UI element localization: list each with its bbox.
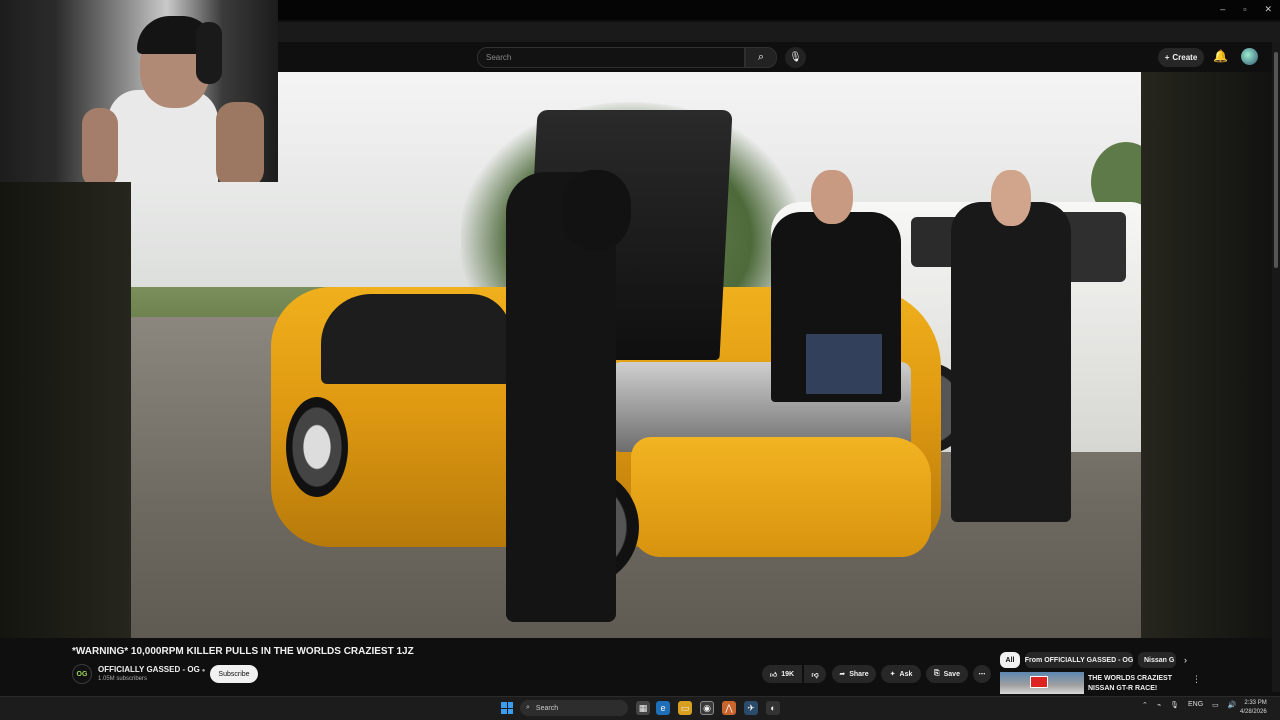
thumbs-up-icon: 👍︎	[769, 671, 778, 679]
video-scene-person-center-head	[811, 170, 853, 224]
search-icon: ⌕	[526, 704, 530, 711]
like-button[interactable]: 👍︎ 19K	[762, 665, 802, 683]
chip-nissan[interactable]: Nissan G	[1138, 652, 1176, 668]
search-icon: ⌕	[757, 51, 765, 63]
display-icon[interactable]: ▭	[1212, 701, 1219, 709]
video-scene-person-right-head	[991, 170, 1031, 226]
clock-time: 2:33 PM	[1244, 700, 1267, 706]
dislike-button[interactable]: 👎︎	[804, 665, 826, 683]
language-indicator[interactable]: ENG	[1188, 701, 1203, 709]
youtube-masthead	[278, 42, 1280, 72]
browser-address-bar[interactable]: ▭ ☆ ◈ ⧉ ◉ ⋮	[278, 22, 1280, 59]
create-button[interactable]: + Create	[1158, 48, 1204, 67]
recommendation-title[interactable]: THE WORLDS CRAZIEST NISSAN GT-R RACE!	[1088, 674, 1178, 694]
app-icon-red[interactable]: ◐	[766, 701, 780, 715]
bookmark-icon: ⎘	[934, 670, 940, 677]
webcam-person-arm-right	[216, 102, 264, 182]
search-button[interactable]: ⌕	[745, 47, 777, 68]
like-count: 19K	[781, 670, 795, 678]
subscriber-count: 1.05M subscribers	[98, 676, 148, 682]
video-ambient-right	[1141, 72, 1272, 638]
app-icon-orange[interactable]: ⋀	[722, 701, 736, 715]
volume-icon[interactable]: 🔊	[1228, 701, 1237, 709]
taskbar-search[interactable]: ⌕ Search	[520, 700, 628, 716]
more-actions-button[interactable]: ⋯	[973, 665, 991, 683]
close-button[interactable]: ✕	[1264, 4, 1272, 15]
recommendation-menu-icon[interactable]: ⋮	[1192, 674, 1201, 685]
webcam-overlay	[0, 0, 278, 182]
share-icon: ➦	[839, 671, 846, 678]
account-avatar[interactable]	[1241, 48, 1258, 65]
video-scene-car-roof	[321, 294, 511, 384]
windows-start-icon[interactable]	[501, 702, 513, 714]
video-ambient-left	[0, 182, 131, 638]
video-scene-rear-wheel	[286, 397, 348, 497]
scrollbar-thumb[interactable]	[1274, 52, 1278, 268]
video-scene-person-right	[951, 202, 1071, 522]
share-button[interactable]: ➦ Share	[832, 665, 876, 683]
mic-icon: 🎙	[789, 52, 802, 63]
create-label: Create	[1172, 53, 1198, 62]
video-scene-person-hooded-head	[561, 170, 631, 250]
channel-name-text[interactable]: OFFICIALLY GASSED - OG	[98, 665, 200, 674]
thumbs-down-icon: 👎︎	[811, 671, 819, 679]
task-view-icon[interactable]: ▦	[636, 701, 650, 715]
bell-icon[interactable]: 🔔	[1213, 49, 1228, 63]
taskbar-search-label: Search	[535, 704, 559, 712]
sparkle-icon: ✦	[889, 671, 896, 678]
recommendation-thumbnail-badge	[1030, 676, 1048, 688]
video-player[interactable]	[131, 72, 1141, 638]
chip-from-channel[interactable]: From OFFICIALLY GASSED - OG	[1025, 652, 1133, 668]
chevron-up-icon[interactable]: ⌃	[1142, 701, 1148, 709]
file-explorer-icon[interactable]: ▭	[678, 701, 692, 715]
edge-icon[interactable]: e	[656, 701, 670, 715]
webcam-person-arm-left	[82, 108, 118, 182]
mic-tray-icon[interactable]: 🎙	[1170, 701, 1179, 709]
steam-icon[interactable]: ✈	[744, 701, 758, 715]
channel-avatar[interactable]: OG	[72, 664, 92, 684]
chevron-right-icon[interactable]: ›	[1184, 655, 1187, 665]
system-tray: ⌃ ⌁ 🎙 ENG ▭ 🔊	[1142, 701, 1237, 709]
network-icon[interactable]: ⌁	[1157, 701, 1161, 709]
chip-all[interactable]: All	[1000, 652, 1020, 668]
save-label: Save	[943, 670, 960, 678]
verified-icon: ●	[201, 668, 206, 674]
minimize-button[interactable]: –	[1220, 4, 1225, 15]
ask-button[interactable]: ✦ Ask	[881, 665, 921, 683]
save-button[interactable]: ⎘ Save	[926, 665, 968, 683]
taskbar-clock[interactable]: 2:33 PM 4/28/2026	[1240, 699, 1267, 717]
search-input[interactable]: Search	[477, 47, 745, 68]
webcam-headphones	[196, 22, 222, 84]
subscribe-button[interactable]: Subscribe	[210, 665, 258, 683]
maximize-button[interactable]: ▫	[1243, 4, 1246, 15]
video-scene-person-center-legs	[806, 334, 882, 394]
chrome-icon[interactable]: ◉	[700, 701, 714, 715]
video-title: *WARNING* 10,000RPM KILLER PULLS IN THE …	[72, 646, 414, 657]
window-controls: – ▫ ✕	[1220, 4, 1272, 15]
voice-search-button[interactable]: 🎙	[785, 47, 806, 68]
share-label: Share	[849, 670, 869, 678]
ask-label: Ask	[899, 670, 913, 678]
clock-date: 4/28/2026	[1240, 709, 1267, 715]
video-scene-bumper	[631, 437, 931, 557]
plus-icon: +	[1164, 53, 1170, 62]
channel-name[interactable]: OFFICIALLY GASSED - OG ●	[98, 665, 205, 674]
